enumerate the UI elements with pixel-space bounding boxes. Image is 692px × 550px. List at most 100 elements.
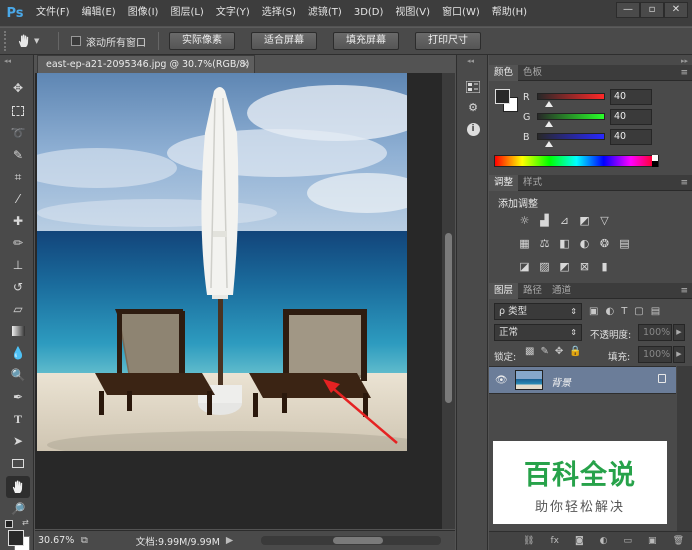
eraser-tool-icon[interactable]: ▱ [9, 300, 27, 318]
horizontal-scroll-thumb[interactable] [333, 537, 383, 544]
panels-collapse-icon[interactable]: ▸▸ [681, 57, 688, 65]
layer-name[interactable]: 背景 [551, 374, 571, 389]
photo-filter-icon[interactable]: ◐ [577, 236, 592, 250]
curves-icon[interactable]: ⊿ [557, 213, 572, 227]
clone-stamp-tool-icon[interactable]: ⊥ [9, 256, 27, 274]
link-layers-icon[interactable]: ⛓ [523, 536, 534, 546]
blue-slider[interactable] [537, 133, 605, 140]
new-group-icon[interactable]: ▭ [624, 536, 633, 546]
eyedropper-tool-icon[interactable]: ⁄ [9, 190, 27, 208]
healing-brush-tool-icon[interactable]: ✚ [9, 212, 27, 230]
menu-image[interactable]: 图像(I) [122, 0, 165, 26]
filter-shape-icon[interactable]: ▢ [634, 303, 643, 320]
color-spectrum-ramp[interactable] [494, 155, 659, 167]
default-colors-icon[interactable] [5, 520, 13, 528]
blue-slider-thumb[interactable] [545, 141, 553, 147]
brightness-contrast-icon[interactable]: ☼ [517, 213, 532, 227]
lasso-tool-icon[interactable]: ➰ [9, 124, 27, 142]
gradient-map-icon[interactable]: ▮ [597, 259, 612, 273]
menu-type[interactable]: 文字(Y) [210, 0, 256, 26]
tab-channels[interactable]: 通道 [547, 283, 576, 299]
zoom-level-field[interactable]: 30.67% [35, 535, 75, 546]
menu-help[interactable]: 帮助(H) [486, 0, 533, 26]
close-button[interactable]: ✕ [664, 2, 688, 18]
tab-paths[interactable]: 路径 [518, 283, 547, 299]
filter-smart-object-icon[interactable]: ▤ [651, 303, 660, 320]
shape-tool-icon[interactable] [9, 454, 27, 472]
eye-icon[interactable]: 👁 [495, 375, 508, 386]
color-lookup-icon[interactable]: ▤ [617, 236, 632, 250]
layer-thumbnail[interactable] [515, 370, 543, 390]
layer-mask-icon[interactable]: ◙ [575, 536, 584, 546]
blend-mode-select[interactable]: 正常 ⇕ [494, 324, 582, 341]
exposure-icon[interactable]: ◩ [577, 213, 592, 227]
posterize-icon[interactable]: ▨ [537, 259, 552, 273]
red-value-field[interactable]: 40 [610, 89, 652, 105]
zoom-tool-icon[interactable]: 🔎 [9, 500, 27, 518]
menu-edit[interactable]: 编辑(E) [76, 0, 122, 26]
tab-layers[interactable]: 图层 [489, 283, 519, 299]
info-panel-icon[interactable]: i [465, 121, 481, 137]
layer-row-background[interactable]: 👁 背景 [489, 366, 676, 394]
marquee-tool-icon[interactable] [9, 102, 27, 120]
pen-tool-icon[interactable]: ✒ [9, 388, 27, 406]
lock-position-icon[interactable]: ✥ [555, 346, 563, 357]
vertical-scrollbar[interactable] [442, 73, 455, 529]
move-tool-icon[interactable]: ✥ [9, 79, 27, 97]
horizontal-scrollbar[interactable] [261, 536, 441, 545]
toolbar-collapse-icon[interactable]: ◂◂ [4, 57, 11, 65]
strip-collapse-icon[interactable]: ◂◂ [467, 57, 474, 65]
dodge-tool-icon[interactable]: 🔍 [9, 366, 27, 384]
panel-menu-icon[interactable]: ≡ [680, 65, 688, 81]
green-slider[interactable] [537, 113, 605, 120]
crop-tool-icon[interactable]: ⌗ [9, 168, 27, 186]
fill-dropdown-button[interactable]: ▶ [673, 346, 685, 363]
lock-transparent-icon[interactable]: ▩ [525, 346, 534, 357]
minimize-button[interactable]: — [616, 2, 640, 18]
path-selection-tool-icon[interactable]: ➤ [9, 432, 27, 450]
menu-3d[interactable]: 3D(D) [348, 0, 390, 26]
hand-tool-icon[interactable] [6, 476, 30, 498]
filter-adjustment-icon[interactable]: ◐ [605, 303, 614, 320]
threshold-icon[interactable]: ◩ [557, 259, 572, 273]
channel-mixer-icon[interactable]: ❂ [597, 236, 612, 250]
fit-screen-button[interactable]: 适合屏幕 [251, 32, 317, 50]
blur-tool-icon[interactable]: 💧 [9, 344, 27, 362]
ramp-black-white-chip[interactable] [652, 155, 658, 167]
tab-adjustments[interactable]: 调整 [489, 175, 519, 191]
close-icon[interactable]: × [241, 56, 249, 73]
menu-select[interactable]: 选择(S) [256, 0, 302, 26]
restore-button[interactable]: ▫ [640, 2, 664, 18]
document-tab[interactable]: east-ep-a21-2095346.jpg @ 30.7%(RGB/8) × [37, 55, 255, 73]
delete-layer-icon[interactable]: 🗑 [673, 536, 684, 546]
scroll-all-checkbox[interactable] [71, 36, 81, 46]
actions-panel-icon[interactable]: ⚙ [465, 99, 481, 115]
tab-swatches[interactable]: 色板 [518, 65, 547, 81]
filter-type-icon[interactable]: T [621, 303, 627, 320]
layer-style-icon[interactable]: fx [550, 536, 559, 546]
menu-layer[interactable]: 图层(L) [164, 0, 209, 26]
vertical-scroll-thumb[interactable] [445, 233, 452, 403]
type-tool-icon[interactable]: T [9, 410, 27, 428]
hue-saturation-icon[interactable]: ▦ [517, 236, 532, 250]
scroll-all-windows-toggle[interactable]: 滚动所有窗口 [71, 34, 146, 49]
vibrance-icon[interactable]: ▽ [597, 213, 612, 227]
tab-styles[interactable]: 样式 [518, 175, 547, 191]
fill-field[interactable]: 100% [638, 346, 672, 363]
tab-color[interactable]: 颜色 [489, 65, 519, 81]
opacity-field[interactable]: 100% [638, 324, 672, 341]
layers-scrollbar[interactable] [677, 366, 692, 531]
red-slider-thumb[interactable] [545, 101, 553, 107]
panel-menu-icon[interactable]: ≡ [680, 283, 688, 299]
filter-pixel-icon[interactable]: ▣ [589, 303, 598, 320]
invert-icon[interactable]: ◪ [517, 259, 532, 273]
black-white-icon[interactable]: ◧ [557, 236, 572, 250]
layer-filter-kind[interactable]: ρ 类型 ⇕ [494, 303, 582, 320]
status-menu-arrow-icon[interactable]: ▶ [226, 535, 233, 546]
print-size-button[interactable]: 打印尺寸 [415, 32, 481, 50]
selective-color-icon[interactable]: ⊠ [577, 259, 592, 273]
swap-colors-icon[interactable]: ⇄ [22, 518, 29, 527]
new-adjustment-layer-icon[interactable]: ◐ [600, 536, 608, 546]
options-grip[interactable] [4, 31, 8, 51]
menu-view[interactable]: 视图(V) [389, 0, 436, 26]
